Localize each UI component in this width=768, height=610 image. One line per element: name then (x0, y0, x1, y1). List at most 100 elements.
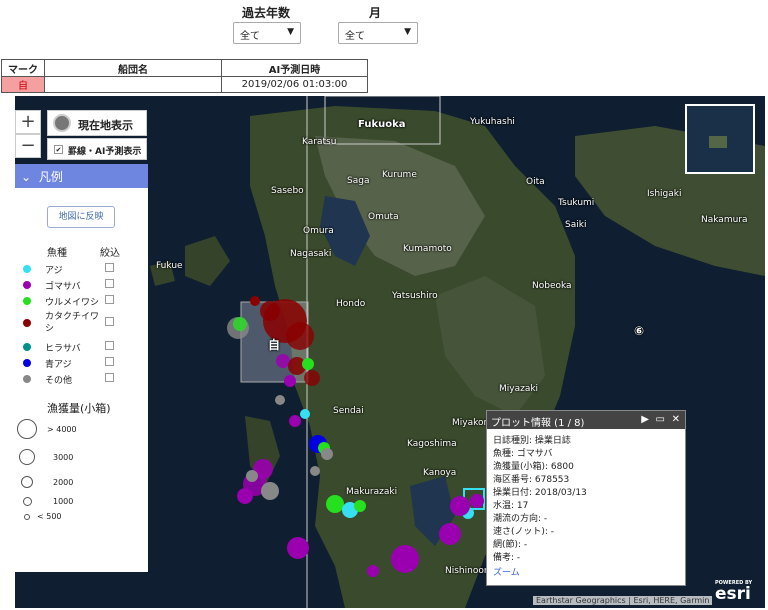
mark-cell: 自 (1, 76, 45, 93)
popup-line: 日誌種別: 操業日誌 (493, 436, 571, 446)
month-filter-label: 月 (369, 6, 382, 20)
size-legend-item: > 4000 (17, 419, 137, 445)
locate-icon (53, 114, 71, 132)
place-label: Sendai (333, 406, 364, 416)
size-legend-item: < 500 (24, 512, 144, 530)
species-filter-checkbox[interactable] (105, 357, 114, 366)
year-filter-label: 過去年数 (242, 6, 291, 20)
attribution: Earthstar Geographics | Esri, HERE, Garm… (533, 596, 713, 605)
list-item: ウルメイワシ (23, 294, 143, 310)
popup-line: 水温: 17 (493, 501, 529, 511)
size-circle-icon (21, 476, 33, 488)
zoom-in-button[interactable]: + (15, 110, 41, 134)
species-color-dot (23, 265, 31, 273)
table-row[interactable]: 自 2019/02/06 01:03:00 (1, 76, 368, 93)
map-view[interactable]: Fukuoka Karatsu Yukuhashi Sasebo Saga Ku… (15, 96, 765, 608)
popup-body: 日誌種別: 操業日誌 魚種: ゴマサバ 漁獲量(小箱): 6800 海区番号: … (487, 429, 685, 580)
grid-checkbox[interactable]: ✔ (54, 145, 63, 154)
legend-panel: ⌄ 凡例 地図に反映 魚種 絞込 アジ ゴマサバ ウルメイワシ カタクチイワシ (15, 164, 148, 572)
popup-line: 漁獲量(小箱): 6800 (493, 462, 574, 472)
species-color-dot (23, 359, 31, 367)
species-name: アジ (45, 266, 63, 276)
year-select[interactable]: 全て ▼ (233, 22, 301, 44)
list-item: 青アジ (23, 356, 143, 372)
place-label: Karatsu (302, 137, 337, 147)
place-label: Tsukumi (558, 198, 595, 208)
next-icon[interactable]: ▶ (641, 414, 649, 425)
place-label: Nakamura (701, 215, 748, 225)
list-item: ヒラサバ (23, 340, 143, 356)
place-label: Saga (347, 176, 370, 186)
popup-line: 潮流の方向: - (493, 514, 548, 524)
zoom-link[interactable]: ズーム (493, 567, 685, 580)
place-label: Sasebo (271, 186, 304, 196)
overview-map[interactable] (685, 104, 755, 174)
column-header-fleet: 船団名 (44, 59, 222, 77)
popup-title: プロット情報 (1 / 8) (491, 418, 585, 429)
place-label: Omura (303, 226, 334, 236)
close-icon[interactable]: ✕ (672, 414, 680, 425)
popup-line: 海区番号: 678553 (493, 475, 570, 485)
place-label: Kanoya (423, 468, 457, 478)
list-item: ゴマサバ (23, 278, 143, 294)
year-select-value: 全て (240, 31, 260, 42)
popup-line: 備考: - (493, 553, 521, 563)
cluster-marker[interactable]: ⑥ (634, 324, 644, 338)
species-name: ヒラサバ (45, 344, 81, 354)
grid-label: 罫線・AI予測表示 (68, 147, 142, 157)
species-filter-checkbox[interactable] (105, 295, 114, 304)
size-circle-icon (17, 419, 37, 439)
place-label: Ishigaki (647, 189, 682, 199)
size-label: 3000 (53, 453, 74, 462)
species-filter-checkbox[interactable] (105, 373, 114, 382)
popup-header: プロット情報 (1 / 8) ▶ ▭ ✕ (487, 411, 685, 429)
legend-title: 凡例 (38, 170, 63, 184)
size-circle-icon (19, 449, 35, 465)
locate-label: 現在地表示 (78, 119, 133, 132)
plot-info-popup: プロット情報 (1 / 8) ▶ ▭ ✕ 日誌種別: 操業日誌 魚種: ゴマサバ… (486, 410, 686, 586)
prediction-table: マーク 船団名 AI予測日時 自 2019/02/06 01:03:00 (1, 59, 368, 93)
size-label: 1000 (53, 497, 74, 506)
chevron-down-icon: ▼ (287, 27, 294, 37)
month-select[interactable]: 全て ▼ (338, 22, 418, 44)
size-label: > 4000 (47, 425, 77, 434)
species-filter-checkbox[interactable] (105, 263, 114, 272)
overview-extent (709, 136, 727, 148)
popup-line: 網(節): - (493, 540, 528, 550)
species-color-dot (23, 281, 31, 289)
species-filter-checkbox[interactable] (105, 317, 114, 326)
place-label: Yatsushiro (392, 291, 438, 301)
chevron-down-icon: ▼ (404, 27, 411, 37)
place-label: Fukue (156, 261, 183, 271)
list-item: その他 (23, 372, 143, 388)
species-filter-checkbox[interactable] (105, 341, 114, 350)
collapse-icon: ⌄ (21, 170, 32, 184)
species-color-dot (23, 319, 31, 327)
locate-button[interactable]: 現在地表示 (47, 110, 147, 136)
species-color-dot (23, 375, 31, 383)
column-header-datetime: AI予測日時 (221, 59, 368, 77)
list-item: アジ (23, 262, 143, 278)
size-circle-icon (24, 514, 30, 520)
own-fleet-marker[interactable]: 自 (268, 336, 280, 353)
legend-header[interactable]: ⌄ 凡例 (15, 164, 148, 188)
column-header-mark: マーク (1, 59, 45, 77)
grid-toggle[interactable]: ✔ 罫線・AI予測表示 (47, 138, 147, 160)
maximize-icon[interactable]: ▭ (656, 414, 665, 425)
place-label: Yukuhashi (470, 117, 515, 127)
place-label: Miyazaki (499, 384, 539, 394)
place-label: Makurazaki (346, 487, 398, 497)
apply-button[interactable]: 地図に反映 (47, 206, 115, 228)
popup-line: 魚種: ゴマサバ (493, 449, 553, 459)
species-filter-checkbox[interactable] (105, 279, 114, 288)
filter-header: 絞込 (100, 248, 120, 259)
species-color-dot (23, 343, 31, 351)
zoom-out-button[interactable]: − (15, 134, 41, 158)
place-label: Hondo (336, 299, 366, 309)
place-label: Nobeoka (532, 281, 572, 291)
place-label: Oita (526, 177, 545, 187)
catch-header: 漁獲量(小箱) (47, 402, 111, 415)
place-label: Kurume (382, 170, 417, 180)
popup-line: 速さ(ノット): - (493, 527, 554, 537)
size-legend-item: 1000 (23, 497, 143, 513)
